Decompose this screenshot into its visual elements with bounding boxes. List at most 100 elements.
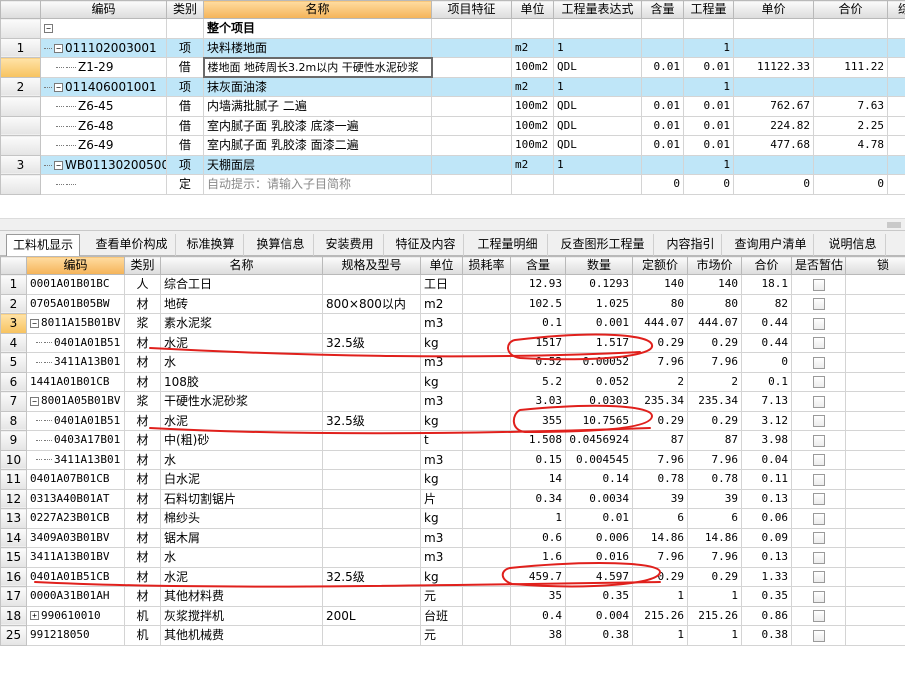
lock-cell[interactable] <box>845 371 905 392</box>
item-row[interactable]: Z6-48 借室内腻子面 乳胶漆 底漆一遍 100m2 QDL 0.01 0.01 224.… <box>0 115 905 136</box>
qty-cell[interactable]: 0 <box>641 174 684 195</box>
qty-cell[interactable] <box>641 76 684 97</box>
row-number[interactable] <box>0 174 41 195</box>
code-cell[interactable]: Z6-45 <box>40 96 167 117</box>
spec-cell[interactable] <box>322 488 421 509</box>
item-row[interactable]: 定自动提示：请输入子目简称 0 0 0 0 <box>0 174 905 195</box>
spec-cell[interactable] <box>322 449 421 470</box>
loss-cell[interactable] <box>462 508 511 529</box>
spec-cell[interactable]: 32.5级 <box>322 332 421 353</box>
code-cell[interactable] <box>40 174 167 195</box>
tab-6[interactable]: 工程量明细 <box>468 234 548 256</box>
amount-cell[interactable]: 0.1293 <box>565 274 633 295</box>
extra-cell[interactable] <box>887 37 905 58</box>
header-1[interactable]: 类别 <box>166 0 204 19</box>
material-row[interactable]: 4 0401A01B51 材水泥 32.5级 kg 1517 1.517 0.29 0.29 0.… <box>0 332 905 353</box>
expr-cell[interactable]: QDL <box>553 57 642 78</box>
code-cell[interactable]: 991218050 <box>26 625 125 646</box>
header-6[interactable]: 含量 <box>510 256 566 275</box>
market-price-cell[interactable]: 0.29 <box>687 566 742 587</box>
unit-cell[interactable]: kg <box>420 410 463 431</box>
total-cell[interactable]: 0 <box>741 352 792 373</box>
header-10[interactable]: 合价 <box>741 256 792 275</box>
code-cell[interactable]: 0401A01B51 <box>26 332 125 353</box>
name-cell[interactable]: 内墙满批腻子 二遍 <box>203 96 432 117</box>
amount-cell[interactable]: 1.517 <box>565 332 633 353</box>
group-cell[interactable] <box>733 18 814 39</box>
provisional-checkbox[interactable] <box>812 317 825 330</box>
header-11[interactable]: 是否暂估 <box>791 256 846 275</box>
market-price-cell[interactable]: 14.86 <box>687 527 742 548</box>
tab-2[interactable]: 标准换算 <box>178 234 244 256</box>
quota-price-cell[interactable]: 140 <box>632 274 688 295</box>
type-cell[interactable]: 借 <box>166 57 204 78</box>
qty-cell[interactable]: 0.6 <box>510 527 566 548</box>
unit-cell[interactable]: m3 <box>420 547 463 568</box>
lock-cell[interactable] <box>845 547 905 568</box>
lock-cell[interactable] <box>845 469 905 490</box>
price-cell[interactable] <box>733 76 814 97</box>
total-cell[interactable]: 18.1 <box>741 274 792 295</box>
name-cell[interactable]: 室内腻子面 乳胶漆 底漆一遍 <box>203 115 432 136</box>
feature-cell[interactable] <box>431 174 512 195</box>
row-number[interactable]: 2 <box>0 76 41 97</box>
unit-cell[interactable]: m2 <box>511 76 554 97</box>
name-cell[interactable]: 棉纱头 <box>160 508 323 529</box>
tree-toggle-icon[interactable]: − <box>54 82 63 92</box>
amount-cell[interactable]: 0.004 <box>565 605 633 626</box>
lock-cell[interactable] <box>845 586 905 607</box>
code-cell[interactable]: 0401A01B51CB <box>26 566 125 587</box>
material-row[interactable]: 1 0001A01B01BC 人综合工日 工日 12.93 0.1293 140 140 18.… <box>0 274 905 295</box>
material-row[interactable]: 10 3411A13B01 材水 m3 0.15 0.004545 7.96 7.96 0.04 <box>0 449 905 470</box>
expr-cell[interactable]: QDL <box>553 135 642 156</box>
type-cell[interactable]: 定 <box>166 174 204 195</box>
material-row[interactable]: 25 991218050 机其他机械费元 38 0.38 1 1 0.38 <box>0 625 905 646</box>
total-cell[interactable]: 4.78 <box>813 135 888 156</box>
loss-cell[interactable] <box>462 410 511 431</box>
spec-cell[interactable]: 800×800以内 <box>322 293 421 314</box>
amount-cell[interactable]: 1.025 <box>565 293 633 314</box>
header-2[interactable]: 名称 <box>160 256 323 275</box>
header-5[interactable]: 损耗率 <box>462 256 511 275</box>
spec-cell[interactable] <box>322 527 421 548</box>
code-cell[interactable]: Z6-48 <box>40 115 167 136</box>
type-cell[interactable]: 人 <box>124 274 161 295</box>
qty-cell[interactable] <box>641 37 684 58</box>
lock-cell[interactable] <box>845 332 905 353</box>
type-cell[interactable]: 材 <box>124 430 161 451</box>
qty-cell[interactable]: 1 <box>510 508 566 529</box>
provisional-checkbox[interactable] <box>812 512 825 525</box>
lock-cell[interactable] <box>845 566 905 587</box>
total-cell[interactable]: 0.35 <box>741 586 792 607</box>
price-cell[interactable]: 11122.33 <box>733 57 814 78</box>
provisional-checkbox[interactable] <box>812 551 825 564</box>
unit-cell[interactable]: 台班 <box>420 605 463 626</box>
item-row[interactable]: Z1-29 借楼地面 地砖周长3.2m以内 干硬性水泥砂浆 100m2 QDL 0.01… <box>0 56 905 78</box>
quota-price-cell[interactable]: 1 <box>632 586 688 607</box>
material-row[interactable]: 2 0705A01B05BW 材地砖 800×800以内 m2 102.5 1.025 80 8… <box>0 293 905 314</box>
amount-cell[interactable]: 0.00052 <box>565 352 633 373</box>
provisional-checkbox[interactable] <box>812 278 825 291</box>
type-cell[interactable]: 材 <box>124 586 161 607</box>
unit-cell[interactable]: kg <box>420 469 463 490</box>
spec-cell[interactable] <box>322 469 421 490</box>
spec-cell[interactable] <box>322 508 421 529</box>
market-price-cell[interactable]: 7.96 <box>687 352 742 373</box>
price-cell[interactable] <box>733 37 814 58</box>
material-row[interactable]: 6 1441A01B01CB 材 108胶 kg 5.2 0.052 2 2 0.1 <box>0 371 905 392</box>
material-row[interactable]: 18 +990610010 机灰浆搅拌机 200L 台班 0.4 0.004 215.26 21… <box>0 605 905 626</box>
amount-cell[interactable]: 0.052 <box>565 371 633 392</box>
lock-cell[interactable] <box>845 449 905 470</box>
code-cell[interactable]: +990610010 <box>26 605 125 626</box>
price-cell[interactable]: 224.82 <box>733 115 814 136</box>
name-cell[interactable]: 水泥 <box>160 332 323 353</box>
material-row[interactable]: 3−8011A15B01BV 浆素水泥浆 m3 0.1 0.001 444.07 444.0… <box>0 313 905 334</box>
type-cell[interactable]: 材 <box>124 293 161 314</box>
item-row[interactable]: 2−011406001001 项抹灰面油漆 m2 1 1 <box>0 76 905 97</box>
row-number[interactable]: 6 <box>0 371 27 392</box>
header-7[interactable]: 数量 <box>565 256 633 275</box>
material-row[interactable]: 12 0313A40B01AT 材石料切割锯片片 0.34 0.0034 39 39 0.13 <box>0 488 905 509</box>
material-row[interactable]: 7−8001A05B01BV 浆干硬性水泥砂浆 m3 3.03 0.0303 235.34… <box>0 391 905 412</box>
group-cell[interactable] <box>683 18 734 39</box>
code-cell[interactable]: 3411A13B01 <box>26 352 125 373</box>
